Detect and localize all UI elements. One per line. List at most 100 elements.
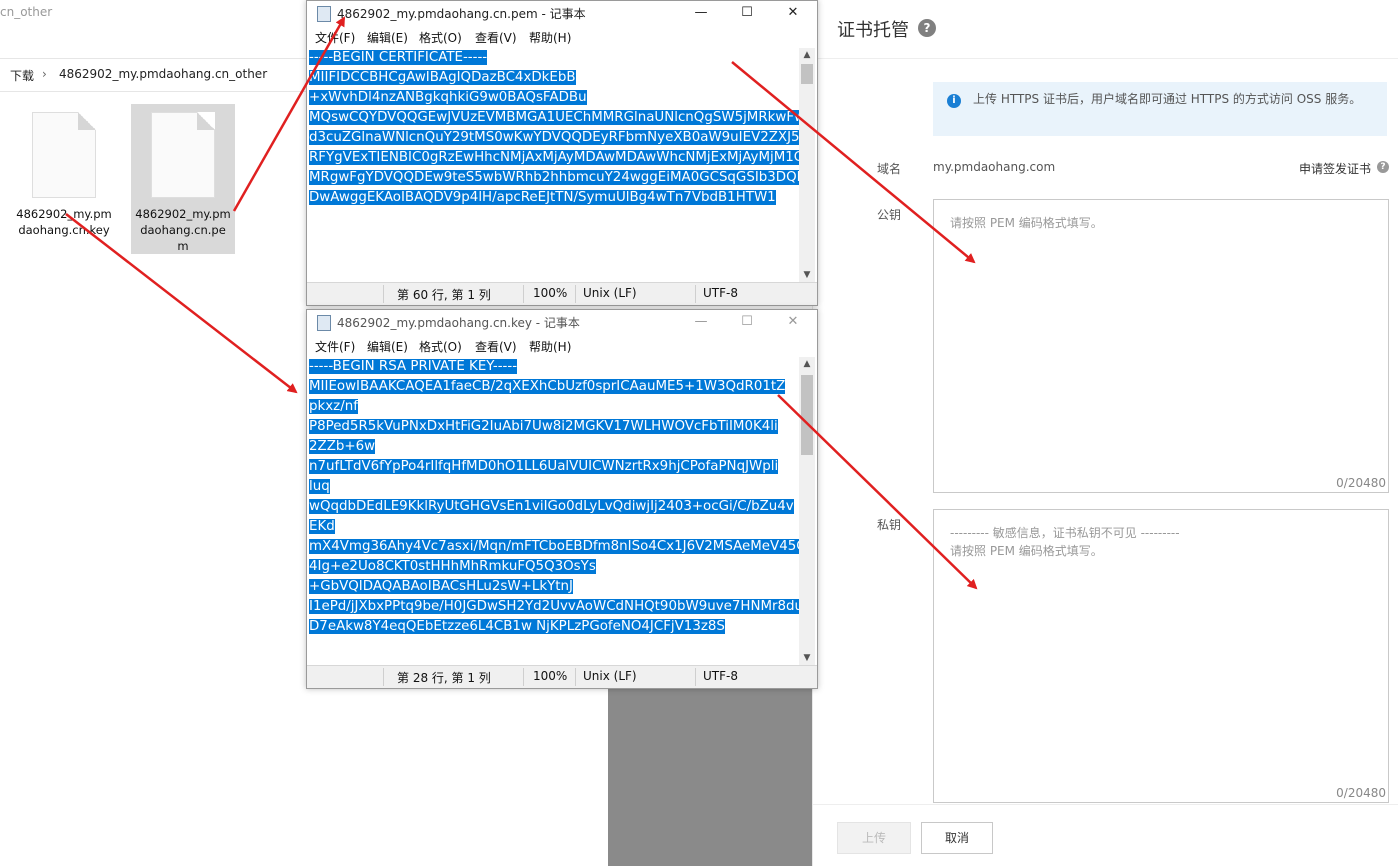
- window-title: 4862902_my.pmdaohang.cn.key - 记事本: [337, 316, 580, 330]
- menu-edit[interactable]: 编辑(E): [367, 338, 408, 355]
- text-area[interactable]: -----BEGIN RSA PRIVATE KEY----- MIIEowIB…: [309, 357, 799, 663]
- notepad-window-pem: 4862902_my.pmdaohang.cn.pem - 记事本 — ☐ ✕ …: [306, 0, 818, 306]
- pubkey-textarea[interactable]: 请按照 PEM 编码格式填写。 0/20480: [933, 199, 1389, 493]
- text-line: RFYgVExTIENBIC0gRzEwHhcNMjAxMjAyMDAwMDAw…: [309, 148, 799, 168]
- question-icon[interactable]: ?: [1377, 161, 1389, 173]
- text-line: MIIEowIBAAKCAQEA1faeCB/2qXEXhCbUzf0sprIC…: [309, 379, 786, 394]
- line-ending: Unix (LF): [583, 669, 637, 683]
- path-fragment: cn_other: [0, 5, 53, 19]
- line-ending: Unix (LF): [583, 286, 637, 300]
- encoding: UTF-8: [703, 286, 738, 300]
- vertical-scrollbar[interactable]: ▲ ▼: [799, 48, 815, 282]
- text-line: luq: [309, 479, 330, 494]
- pubkey-count: 0/20480: [1336, 476, 1386, 490]
- domain-label: 域名: [877, 162, 902, 176]
- notepad-icon: [317, 315, 331, 331]
- notepad-window-key: 4862902_my.pmdaohang.cn.key - 记事本 — ☐ ✕ …: [306, 309, 818, 689]
- text-line: wQqdbDEdLE9KklRyUtGHGVsEn1viIGo0dLyLvQdi…: [309, 499, 794, 514]
- text-line: MIIFIDCCBHCgAwIBAgIQDazBC4xDkEbB: [309, 70, 576, 85]
- text-line: pkxz/nf: [309, 399, 358, 414]
- window-title: 4862902_my.pmdaohang.cn.pem - 记事本: [337, 7, 586, 21]
- divider: [813, 58, 1398, 59]
- file-item-pem[interactable]: 4862902_my.pmdaohang.cn.pem: [131, 104, 235, 254]
- zoom-level: 100%: [533, 669, 568, 683]
- menu-format[interactable]: 格式(O): [419, 29, 462, 46]
- text-line: +xWvhDl4nzANBgkqhkiG9w0BAQsFADBu: [309, 90, 587, 105]
- scroll-down-icon[interactable]: ▼: [799, 651, 815, 665]
- chevron-right-icon: ›: [42, 67, 47, 81]
- tip-text: 上传 HTTPS 证书后，用户域名即可通过 HTTPS 的方式访问 OSS 服务…: [973, 92, 1362, 106]
- pubkey-label: 公钥: [877, 208, 902, 222]
- file-item-key[interactable]: 4862902_my.pmdaohang.cn.key: [12, 104, 116, 254]
- domain-value: my.pmdaohang.com: [933, 160, 1056, 174]
- cancel-button[interactable]: 取消: [921, 822, 993, 854]
- text-line: n7ufLTdV6fYpPo4rIlfqHfMD0hO1LL6UalVUICWN…: [309, 459, 779, 474]
- divider: [813, 804, 1398, 805]
- file-name: 4862902_my.pmdaohang.cn.pem: [135, 207, 231, 253]
- text-line: +GbVQIDAQABAoIBACsHLu2sW+LkYtnJ: [309, 579, 573, 594]
- text-line: P8Ped5R5kVuPNxDxHtFiG2IuAbi7Uw8i2MGKV17W…: [309, 419, 778, 434]
- text-line: MRgwFgYDVQQDEw9teS5wbWRhb2hhbmcuY24wggEi…: [309, 168, 799, 188]
- text-line: MQswCQYDVQQGEwJVUzEVMBMGA1UEChMMRGlnaUNl…: [309, 108, 799, 128]
- panel-title: 证书托管: [837, 20, 909, 41]
- privkey-notice: --------- 敏感信息，证书私钥不可见 ---------: [950, 526, 1180, 540]
- info-icon: i: [947, 94, 961, 108]
- text-line: 4Ig+e2Uo8CKT0stHHhMhRmkuFQ5Q3OsYs: [309, 559, 596, 574]
- menu-help[interactable]: 帮助(H): [529, 338, 571, 355]
- text-line: I1ePd/jJXbxPPtq9be/H0JGDwSH2Yd2UvvAoWCdN…: [309, 597, 799, 617]
- close-icon[interactable]: ✕: [783, 3, 803, 23]
- cursor-position: 第 60 行, 第 1 列: [397, 288, 491, 302]
- status-bar: 第 60 行, 第 1 列 100% Unix (LF) UTF-8: [307, 282, 817, 305]
- privkey-label: 私钥: [877, 518, 902, 532]
- menu-view[interactable]: 查看(V): [475, 29, 517, 46]
- menu-bar: 文件(F) 编辑(E) 格式(O) 查看(V) 帮助(H): [307, 27, 817, 47]
- privkey-textarea[interactable]: --------- 敏感信息，证书私钥不可见 --------- 请按照 PEM…: [933, 509, 1389, 803]
- menu-file[interactable]: 文件(F): [315, 29, 355, 46]
- title-bar[interactable]: 4862902_my.pmdaohang.cn.pem - 记事本 — ☐ ✕: [307, 1, 817, 25]
- text-line: d3cuZGlnaWNlcnQuY29tMS0wKwYDVQQDEyRFbmNy…: [309, 128, 799, 148]
- text-line: DwAwggEKAoIBAQDV9p4lH/apcReEJtTN/SymuUlB…: [309, 190, 776, 205]
- menu-bar: 文件(F) 编辑(E) 格式(O) 查看(V) 帮助(H): [307, 336, 817, 356]
- zoom-level: 100%: [533, 286, 568, 300]
- notepad-icon: [317, 6, 331, 22]
- minimize-icon[interactable]: —: [691, 3, 711, 23]
- breadcrumb-folder[interactable]: 4862902_my.pmdaohang.cn_other: [59, 67, 267, 81]
- close-icon[interactable]: ✕: [783, 312, 803, 332]
- vertical-scrollbar[interactable]: ▲ ▼: [799, 357, 815, 665]
- text-line: D7eAkw8Y4eqQEbEtzze6L4CB1w NjKPLzPGofeNO…: [309, 619, 725, 634]
- text-line: -----BEGIN CERTIFICATE-----: [309, 50, 488, 65]
- background-window: [608, 686, 812, 866]
- help-icon[interactable]: ?: [918, 19, 936, 37]
- menu-format[interactable]: 格式(O): [419, 338, 462, 355]
- file-icon: [151, 112, 215, 198]
- info-tip: i 上传 HTTPS 证书后，用户域名即可通过 HTTPS 的方式访问 OSS …: [933, 82, 1387, 136]
- file-name: 4862902_my.pmdaohang.cn.key: [16, 207, 112, 237]
- scroll-down-icon[interactable]: ▼: [799, 268, 815, 282]
- privkey-count: 0/20480: [1336, 786, 1386, 800]
- privkey-placeholder: 请按照 PEM 编码格式填写。: [950, 544, 1103, 558]
- cursor-position: 第 28 行, 第 1 列: [397, 671, 491, 685]
- scroll-up-icon[interactable]: ▲: [799, 48, 815, 62]
- text-line: 2ZZb+6w: [309, 439, 376, 454]
- text-line: EKd: [309, 519, 335, 534]
- text-area[interactable]: -----BEGIN CERTIFICATE----- MIIFIDCCBHCg…: [309, 48, 799, 280]
- file-icon: [32, 112, 96, 198]
- breadcrumb-root[interactable]: 下载: [10, 67, 34, 84]
- maximize-icon[interactable]: ☐: [737, 3, 757, 23]
- menu-file[interactable]: 文件(F): [315, 338, 355, 355]
- text-line: -----BEGIN RSA PRIVATE KEY-----: [309, 359, 518, 374]
- upload-button[interactable]: 上传: [837, 822, 911, 854]
- encoding: UTF-8: [703, 669, 738, 683]
- status-bar: 第 28 行, 第 1 列 100% Unix (LF) UTF-8: [307, 665, 817, 688]
- cert-hosting-panel: 证书托管 ? i 上传 HTTPS 证书后，用户域名即可通过 HTTPS 的方式…: [812, 0, 1398, 866]
- menu-help[interactable]: 帮助(H): [529, 29, 571, 46]
- scroll-thumb[interactable]: [801, 64, 813, 84]
- scroll-thumb[interactable]: [801, 375, 813, 455]
- menu-view[interactable]: 查看(V): [475, 338, 517, 355]
- minimize-icon[interactable]: —: [691, 312, 711, 332]
- apply-cert-link[interactable]: 申请签发证书: [1299, 160, 1371, 177]
- menu-edit[interactable]: 编辑(E): [367, 29, 408, 46]
- maximize-icon[interactable]: ☐: [737, 312, 757, 332]
- scroll-up-icon[interactable]: ▲: [799, 357, 815, 371]
- title-bar[interactable]: 4862902_my.pmdaohang.cn.key - 记事本 — ☐ ✕: [307, 310, 817, 334]
